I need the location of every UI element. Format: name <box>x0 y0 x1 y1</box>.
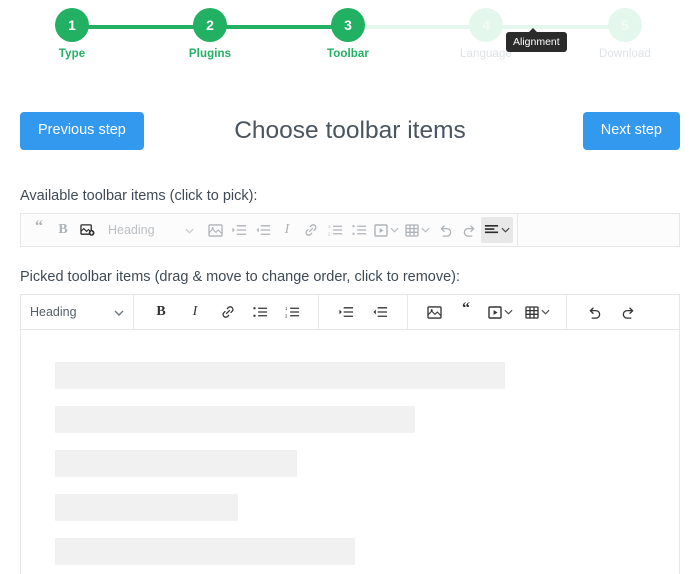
next-step-button[interactable]: Next step <box>582 112 680 150</box>
picked-group-history <box>567 295 655 329</box>
picked-items-label: Picked toolbar items (drag & move to cha… <box>20 269 461 285</box>
step-label: Download <box>599 48 651 60</box>
available-items-label: Available toolbar items (click to pick): <box>20 188 258 204</box>
undo-icon[interactable] <box>433 217 457 243</box>
available-toolbar: “ B Heading I 1 2 <box>20 213 680 247</box>
undo-icon[interactable] <box>582 299 606 325</box>
heading-dropdown[interactable]: Heading <box>99 214 203 246</box>
blockquote-glyph: “ <box>462 300 470 317</box>
bold-glyph: B <box>58 222 68 237</box>
placeholder-bar <box>55 406 415 433</box>
bold-icon[interactable]: B <box>149 299 173 325</box>
picked-group-inline: B I 1 2 <box>134 295 318 329</box>
step-number: 1 <box>55 8 89 42</box>
placeholder-bar <box>55 494 238 521</box>
chevron-down-icon <box>501 227 510 233</box>
placeholder-bar <box>55 538 355 565</box>
stepper-item-type[interactable]: 1 Type <box>36 8 108 60</box>
numbered-list-icon[interactable]: 1 2 <box>323 217 347 243</box>
italic-icon[interactable]: I <box>275 217 299 243</box>
svg-text:1: 1 <box>328 224 331 229</box>
step-label: Toolbar <box>326 48 369 60</box>
svg-text:2: 2 <box>328 231 331 236</box>
numbered-list-icon[interactable]: 1 2 <box>280 299 304 325</box>
redo-icon[interactable] <box>457 217 481 243</box>
picked-group-insert: “ <box>408 295 566 329</box>
chevron-down-icon <box>390 227 399 233</box>
redo-icon[interactable] <box>616 299 640 325</box>
chevron-down-icon <box>504 309 513 315</box>
media-embed-icon[interactable] <box>485 299 516 325</box>
image-upload-icon[interactable] <box>75 217 99 243</box>
progress-stepper: 1 Type 2 Plugins 3 Toolbar 4 Language 5 … <box>0 0 700 68</box>
step-number: 4 <box>469 8 503 42</box>
placeholder-bar <box>55 450 297 477</box>
picked-group-heading: Heading <box>21 295 133 329</box>
picked-toolbar: Heading B I 1 2 “ <box>20 294 680 330</box>
header-row: Previous step Choose toolbar items Next … <box>0 112 700 168</box>
outdent-icon[interactable] <box>251 217 275 243</box>
blockquote-icon[interactable]: “ <box>454 299 478 325</box>
table-icon[interactable] <box>402 217 433 243</box>
link-icon[interactable] <box>299 217 323 243</box>
placeholder-bar <box>55 362 505 389</box>
indent-icon[interactable] <box>334 299 358 325</box>
image-icon[interactable] <box>422 299 446 325</box>
italic-glyph: I <box>284 222 290 237</box>
step-number: 5 <box>608 8 642 42</box>
table-icon[interactable] <box>522 299 553 325</box>
step-label: Type <box>58 48 86 60</box>
svg-text:1: 1 <box>285 306 288 311</box>
step-number: 3 <box>331 8 365 42</box>
bold-glyph: B <box>156 304 166 319</box>
stepper-item-toolbar[interactable]: 3 Toolbar <box>312 8 384 60</box>
alignment-icon[interactable] <box>481 217 513 243</box>
outdent-icon[interactable] <box>368 299 392 325</box>
heading-dropdown[interactable]: Heading <box>21 295 133 329</box>
picked-group-indent <box>319 295 407 329</box>
step-number: 2 <box>193 8 227 42</box>
alignment-tooltip: Alignment <box>506 28 567 52</box>
bulleted-list-icon[interactable] <box>347 217 371 243</box>
stepper-item-download[interactable]: 5 Download <box>589 8 661 60</box>
bulleted-list-icon[interactable] <box>248 299 272 325</box>
heading-dropdown-value: Heading <box>30 305 77 319</box>
chevron-down-icon <box>114 305 124 319</box>
indent-icon[interactable] <box>227 217 251 243</box>
chevron-down-icon <box>185 223 194 237</box>
link-icon[interactable] <box>216 299 240 325</box>
media-embed-icon[interactable] <box>371 217 402 243</box>
italic-icon[interactable]: I <box>183 299 207 325</box>
blockquote-icon[interactable]: “ <box>27 217 51 243</box>
blockquote-glyph: “ <box>35 218 43 235</box>
italic-glyph: I <box>192 304 198 319</box>
editor-content-area[interactable] <box>20 330 680 574</box>
stepper-item-plugins[interactable]: 2 Plugins <box>174 8 246 60</box>
heading-dropdown-value: Heading <box>108 223 155 237</box>
svg-text:2: 2 <box>285 313 288 318</box>
step-label: Plugins <box>188 48 232 60</box>
available-toolbar-group: “ B Heading I 1 2 <box>23 214 517 246</box>
chevron-down-icon <box>421 227 430 233</box>
toolbar-separator <box>517 214 518 246</box>
image-icon[interactable] <box>203 217 227 243</box>
bold-icon[interactable]: B <box>51 217 75 243</box>
chevron-down-icon <box>541 309 550 315</box>
